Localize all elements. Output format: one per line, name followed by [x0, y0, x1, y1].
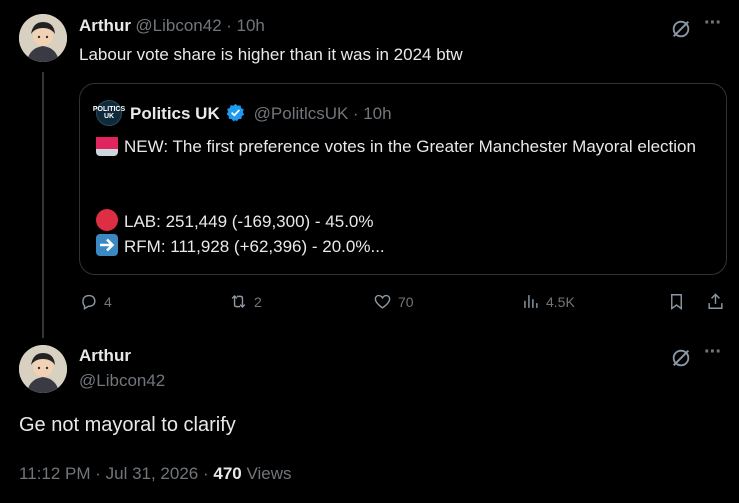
views-icon	[524, 295, 538, 308]
views-count: 4.5K	[546, 293, 575, 310]
main-author-handle[interactable]: @Libcon42	[79, 371, 165, 391]
repost-count: 2	[254, 293, 262, 310]
main-tweet-text: Ge not mayoral to clarify	[19, 414, 236, 436]
views-button[interactable]: 4.5K	[521, 292, 575, 311]
quoted-line-1: NEW: The first preference votes in the G…	[96, 134, 716, 159]
siren-icon	[96, 134, 118, 156]
main-more-icon[interactable]: ···	[704, 341, 722, 364]
verified-icon	[226, 103, 245, 127]
share-icon	[708, 293, 723, 309]
tweet-time[interactable]: · 10h	[226, 16, 265, 35]
repost-button[interactable]: 2	[229, 292, 262, 311]
reply-button[interactable]: 4	[79, 292, 112, 311]
reply-icon	[82, 294, 96, 310]
tweet-meta: 11:12 PM · Jul 31, 2026 · 470 Views	[19, 464, 292, 484]
main-author-name[interactable]: Arthur	[79, 346, 131, 366]
quoted-header: Politics UK @PolitlcsUK · 10h	[130, 103, 392, 127]
quoted-author-handle: @PolitlcsUK	[253, 104, 349, 123]
quoted-author-name: Politics UK	[130, 104, 220, 123]
red-circle-icon	[96, 209, 118, 231]
heart-icon	[374, 294, 391, 309]
quoted-line-3: RFM: 111,928 (+62,396) - 20.0%...	[96, 234, 385, 259]
grok-icon[interactable]	[670, 18, 692, 45]
author-handle[interactable]: @Libcon42	[135, 16, 221, 35]
more-icon[interactable]: ···	[704, 12, 722, 35]
reply-count: 4	[104, 293, 112, 310]
quoted-line-2: LAB: 251,449 (-169,300) - 45.0%	[96, 209, 374, 234]
quoted-time: · 10h	[352, 104, 392, 123]
bookmark-button[interactable]	[667, 292, 686, 311]
views-label: Views	[246, 464, 292, 483]
author-name[interactable]: Arthur	[79, 16, 131, 35]
like-button[interactable]: 70	[373, 292, 414, 311]
quoted-avatar: POLITICS UK	[93, 100, 125, 126]
avatar[interactable]	[19, 14, 67, 62]
reply-header: Arthur @Libcon42 · 10h	[79, 16, 265, 36]
right-arrow-icon	[96, 234, 118, 256]
thread-line	[42, 72, 44, 338]
repost-icon	[231, 294, 246, 309]
like-count: 70	[398, 293, 414, 310]
reply-text: Labour vote share is higher than it was …	[79, 45, 463, 64]
tweet-timestamp[interactable]: 11:12 PM · Jul 31, 2026 ·	[19, 464, 209, 483]
main-grok-icon[interactable]	[670, 347, 692, 374]
main-avatar[interactable]	[19, 345, 67, 393]
views-number: 470	[213, 464, 242, 483]
bookmark-icon	[671, 294, 682, 311]
share-button[interactable]	[706, 292, 725, 311]
quoted-tweet-card[interactable]: POLITICS UK Politics UK @PolitlcsUK · 10…	[79, 83, 727, 275]
